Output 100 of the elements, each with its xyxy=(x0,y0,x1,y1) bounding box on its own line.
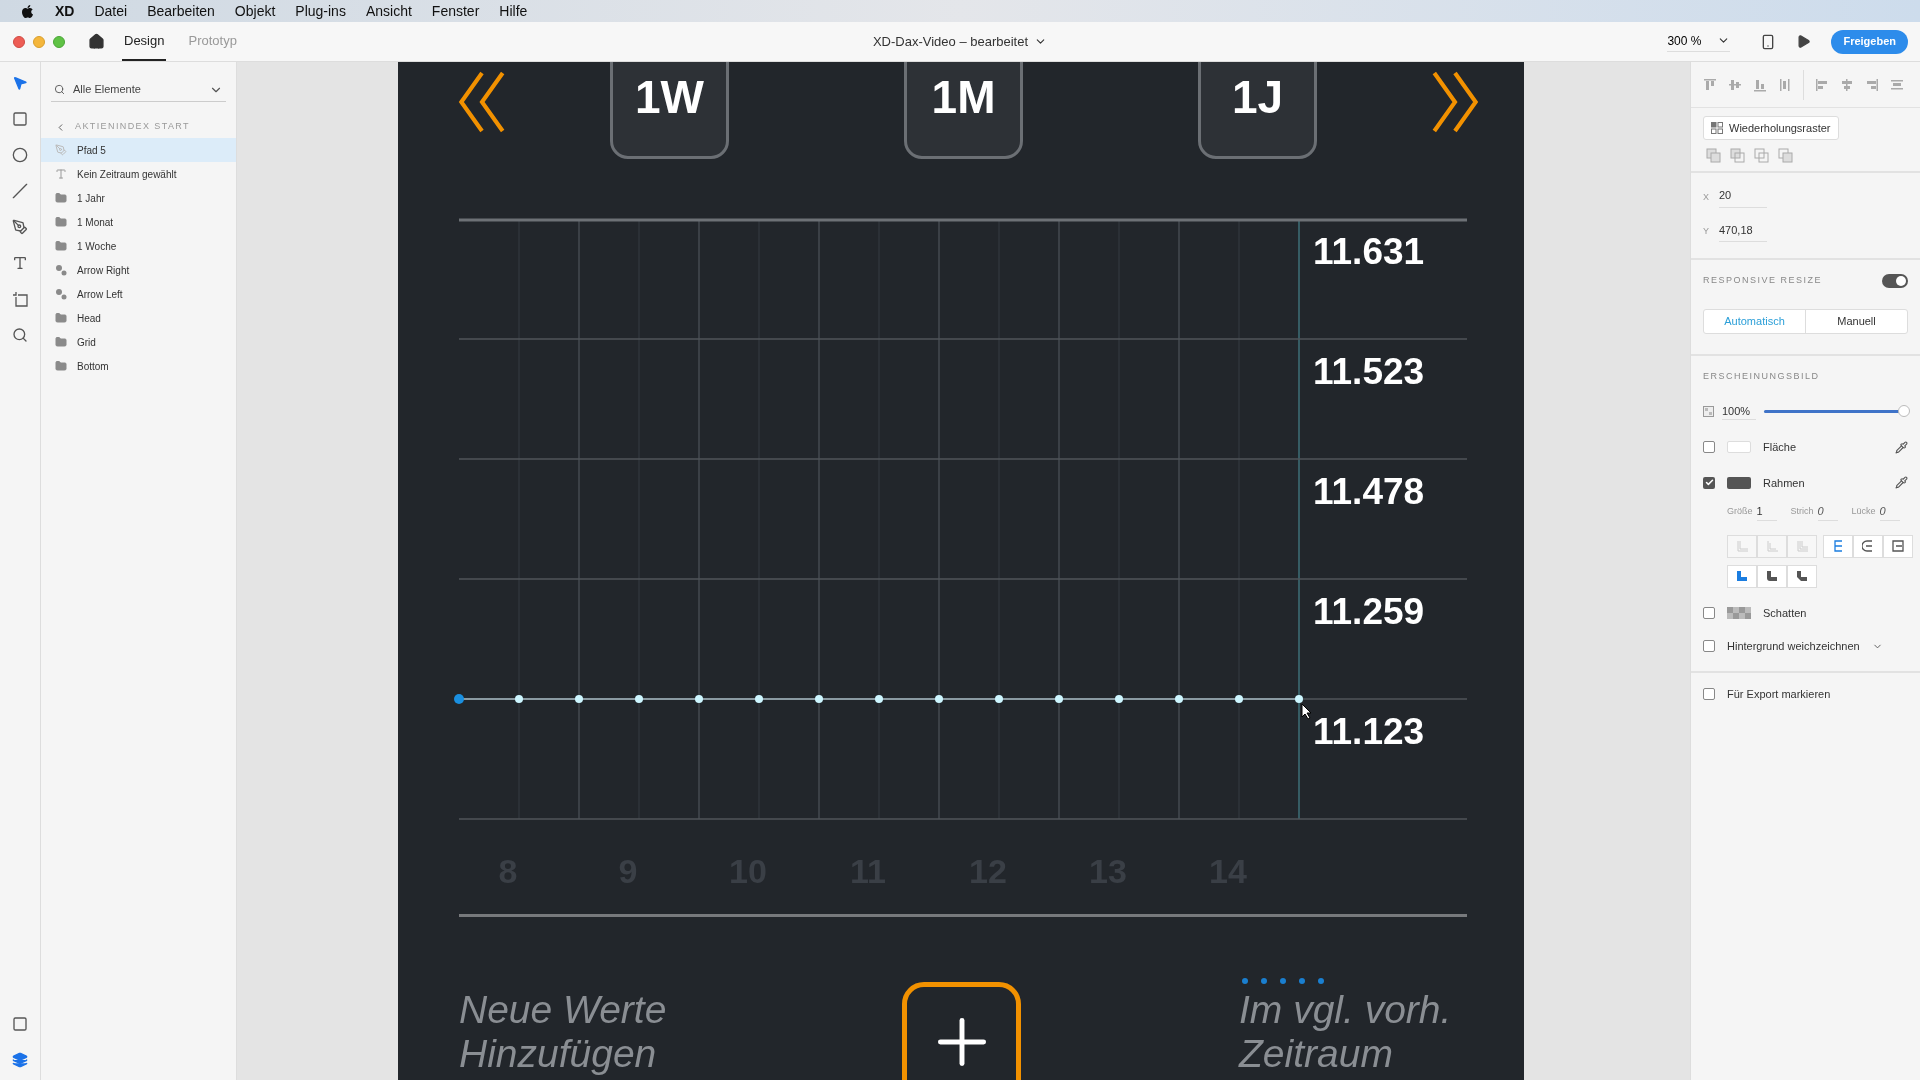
stroke-join-button[interactable] xyxy=(1727,564,1757,588)
folder-icon xyxy=(55,192,67,204)
layer-name: 1 Woche xyxy=(77,239,117,254)
menu-item[interactable]: Hilfe xyxy=(499,0,528,22)
color-swatch[interactable] xyxy=(1727,476,1751,489)
stroke-align-button[interactable] xyxy=(1883,534,1913,558)
layer-item[interactable]: Pfad 5 xyxy=(41,138,236,162)
layer-filter-dropdown[interactable]: Alle Elemente xyxy=(51,78,226,102)
maximize-window-button[interactable] xyxy=(53,35,65,48)
text-tool-icon[interactable] xyxy=(12,255,28,271)
eyedropper-icon[interactable] xyxy=(1895,476,1908,490)
stroke-align-button[interactable] xyxy=(1853,534,1883,558)
coordinate-field[interactable]: 470,18 xyxy=(1719,221,1767,242)
eyedropper-icon[interactable] xyxy=(1895,440,1908,454)
checkbox[interactable] xyxy=(1703,640,1715,653)
layer-item[interactable]: Bottom xyxy=(41,354,236,378)
layer-item[interactable]: Arrow Right xyxy=(41,258,236,282)
layer-name: Pfad 5 xyxy=(77,143,106,158)
artboard-tool-icon[interactable] xyxy=(12,291,28,307)
compare-label: Im vgl. vorh. Zeitraum xyxy=(1239,988,1452,1076)
apple-icon[interactable] xyxy=(20,3,35,19)
menu-item[interactable]: Ansicht xyxy=(365,0,412,22)
repeat-grid-button[interactable]: Wiederholungsraster xyxy=(1703,116,1839,140)
stroke-cap-icon xyxy=(1796,540,1808,552)
period-button[interactable]: 1W xyxy=(610,62,729,159)
align-middle-icon[interactable] xyxy=(1728,77,1742,92)
assets-panel-icon[interactable] xyxy=(12,1016,28,1032)
layer-item[interactable]: Grid xyxy=(41,330,236,354)
stroke-align-icon xyxy=(1892,540,1904,552)
home-icon[interactable] xyxy=(88,33,105,50)
pointer-tool-icon[interactable] xyxy=(12,75,28,91)
checkbox[interactable] xyxy=(1703,476,1715,489)
play-icon[interactable] xyxy=(1796,34,1812,49)
layer-name: Arrow Right xyxy=(77,263,130,278)
breadcrumb-title: AKTIENINDEX START xyxy=(75,120,190,134)
axis-value: 11.631 xyxy=(1313,230,1425,274)
component-icon xyxy=(55,288,67,300)
align-center-icon[interactable] xyxy=(1840,77,1854,92)
align-top-icon[interactable] xyxy=(1703,77,1717,92)
section-title: RESPONSIVE RESIZE xyxy=(1703,274,1823,288)
component-icon xyxy=(55,264,67,276)
search-icon xyxy=(54,84,65,95)
layer-item[interactable]: 1 Monat xyxy=(41,210,236,234)
distribute-horizontal-icon[interactable] xyxy=(1890,77,1904,92)
line-tool-icon[interactable] xyxy=(12,183,28,199)
color-swatch[interactable] xyxy=(1727,441,1751,454)
layers-panel-icon[interactable] xyxy=(12,1052,28,1068)
pen-tool-icon[interactable] xyxy=(12,219,28,235)
layer-name: Arrow Left xyxy=(77,287,123,302)
effect-label: Schatten xyxy=(1763,605,1807,621)
mouse-cursor-icon xyxy=(1301,703,1313,720)
period-button[interactable]: 1M xyxy=(904,62,1023,159)
field-label: Lücke xyxy=(1851,505,1876,518)
checkbox[interactable] xyxy=(1703,687,1715,700)
coordinate-field[interactable]: 20 xyxy=(1719,187,1767,208)
menu-item[interactable]: Bearbeiten xyxy=(147,0,215,22)
align-right-icon[interactable] xyxy=(1865,77,1879,92)
minimize-window-button[interactable] xyxy=(33,35,45,48)
corner-join-icon xyxy=(1766,570,1778,582)
layer-item[interactable]: 1 Woche xyxy=(41,234,236,258)
align-left-icon[interactable] xyxy=(1815,77,1829,92)
stroke-join-button[interactable] xyxy=(1787,564,1817,588)
folder-icon xyxy=(55,360,67,372)
checkbox[interactable] xyxy=(1703,441,1715,454)
layer-name: Grid xyxy=(77,335,96,350)
rectangle-tool-icon[interactable] xyxy=(12,111,28,127)
menu-item[interactable]: Plug-ins xyxy=(295,0,346,22)
zoom-dropdown[interactable]: 300 % xyxy=(1667,31,1731,52)
stroke-align-button[interactable] xyxy=(1823,534,1853,558)
layer-item[interactable]: Kein Zeitraum gewählt xyxy=(41,162,236,186)
stroke-field[interactable]: 0 xyxy=(1879,503,1900,521)
stroke-join-button[interactable] xyxy=(1757,564,1787,588)
segment-button[interactable]: Manuell xyxy=(1805,310,1907,333)
close-window-button[interactable] xyxy=(13,35,25,48)
menu-item[interactable]: Fenster xyxy=(431,0,480,22)
opacity-slider[interactable] xyxy=(1764,404,1908,419)
align-bottom-icon[interactable] xyxy=(1753,77,1767,92)
menu-app-name[interactable]: XD xyxy=(55,0,75,22)
distribute-vertical-icon[interactable] xyxy=(1778,77,1792,92)
menu-item[interactable]: Objekt xyxy=(234,0,276,22)
layer-name: Kein Zeitraum gewählt xyxy=(77,167,177,182)
stroke-field[interactable]: 1 xyxy=(1756,503,1777,521)
axis-value: 11.523 xyxy=(1313,350,1425,394)
property-label: Rahmen xyxy=(1763,475,1806,491)
layer-name: 1 Monat xyxy=(77,215,114,230)
add-button[interactable] xyxy=(902,982,1021,1080)
layer-item[interactable]: Arrow Left xyxy=(41,282,236,306)
zoom-tool-icon[interactable] xyxy=(12,327,28,343)
ellipse-tool-icon[interactable] xyxy=(12,147,28,163)
toggle-switch[interactable] xyxy=(1882,274,1908,288)
opacity-value[interactable]: 100% xyxy=(1722,402,1756,420)
layer-item[interactable]: 1 Jahr xyxy=(41,186,236,210)
stroke-align-icon xyxy=(1862,540,1874,552)
menu-item[interactable]: Datei xyxy=(94,0,128,22)
stroke-field[interactable]: 0 xyxy=(1817,503,1838,521)
checkbox[interactable] xyxy=(1703,606,1715,619)
period-button[interactable]: 1J xyxy=(1198,62,1317,159)
corner-join-icon xyxy=(1736,570,1748,582)
property-label: Fläche xyxy=(1763,440,1798,455)
layer-item[interactable]: Head xyxy=(41,306,236,330)
